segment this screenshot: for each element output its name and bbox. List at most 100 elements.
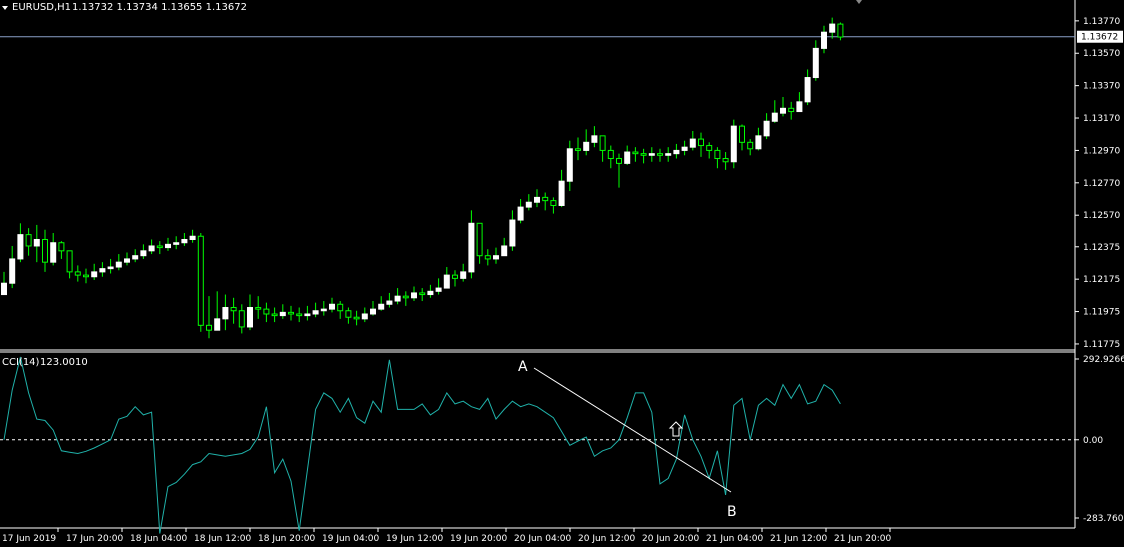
candle-body [796, 101, 803, 113]
candle-body [74, 271, 81, 276]
candle-body [517, 206, 524, 221]
candle-body [583, 141, 590, 151]
time-tick-label: 18 Jun 20:00 [258, 534, 315, 544]
candle-body [657, 153, 663, 156]
price-tick-label: 1.12770 [1083, 179, 1120, 189]
candle-body [493, 255, 499, 260]
candle-body [534, 196, 540, 203]
current-price-label: 1.13672 [1081, 33, 1118, 43]
time-tick-label: 21 Jun 12:00 [770, 534, 827, 544]
candle-body [632, 151, 639, 155]
candle-body [124, 258, 130, 263]
candle-body [788, 107, 795, 113]
candle-body [435, 287, 442, 292]
cci-tick-label: -283.7602 [1083, 514, 1124, 524]
candle-body [804, 77, 811, 103]
candle-body [140, 250, 147, 257]
candle-body [370, 308, 376, 315]
candle-body [271, 313, 278, 317]
candle-body [132, 255, 139, 260]
candle-body [255, 307, 262, 310]
candle-body [337, 303, 344, 312]
cci-tick-label: 292.9266 [1083, 355, 1124, 365]
candle-body [378, 303, 385, 310]
candle-body [443, 274, 450, 289]
candle-body [288, 311, 294, 315]
point-a-label: A [518, 359, 528, 375]
candle-body [320, 308, 327, 312]
candle-body [165, 243, 171, 249]
price-tick-label: 1.12175 [1083, 275, 1120, 285]
candle-body [509, 219, 516, 247]
candle-body [156, 245, 163, 249]
candle-body [238, 310, 245, 328]
candle-body [386, 300, 393, 305]
candle-body [263, 308, 270, 315]
candle-body [566, 148, 573, 182]
candle-body [83, 274, 89, 278]
candle[interactable] [197, 233, 204, 332]
time-tick-label: 18 Jun 04:00 [130, 534, 187, 544]
candle-body [99, 268, 106, 273]
candle-body [1, 282, 7, 296]
time-tick-label: 18 Jun 12:00 [194, 534, 251, 544]
price-tick-label: 1.12970 [1083, 146, 1120, 156]
candle-body [484, 255, 491, 260]
candle-body [730, 125, 737, 163]
candle-body [304, 313, 311, 317]
candle-body [607, 149, 614, 160]
candle-body [91, 271, 98, 278]
candle[interactable] [730, 119, 737, 169]
candle-body [345, 310, 352, 318]
candle-body [542, 196, 549, 202]
price-tick-label: 1.13370 [1083, 82, 1120, 92]
candle-body [247, 307, 253, 328]
candle-body [673, 149, 680, 155]
price-tick-label: 1.13170 [1083, 114, 1120, 124]
time-tick-label: 21 Jun 20:00 [834, 534, 891, 544]
cci-name-label: CCI(14) [2, 357, 40, 368]
candle-body [173, 242, 180, 245]
candle-body [107, 266, 114, 270]
candle-body [230, 307, 237, 312]
candle-body [25, 234, 32, 247]
candle-body [148, 245, 155, 252]
time-tick-label: 17 Jun 2019 [2, 534, 56, 544]
candle-body [476, 222, 483, 257]
candle-body [689, 138, 696, 148]
candle-body [115, 261, 122, 268]
candle-body [419, 292, 426, 296]
time-tick-label: 19 Jun 20:00 [450, 534, 507, 544]
candle-body [698, 138, 704, 147]
candle-body [812, 47, 819, 79]
candle-body [411, 292, 417, 299]
candle-body [739, 125, 745, 143]
candle-body [402, 295, 409, 299]
time-tick-label: 20 Jun 20:00 [642, 534, 699, 544]
candle-body [837, 23, 844, 38]
candle-body [460, 271, 467, 279]
time-tick-label: 19 Jun 12:00 [386, 534, 443, 544]
candle-body [353, 316, 360, 320]
candle-body [452, 274, 458, 279]
candle-body [747, 141, 754, 150]
time-tick-label: 17 Jun 20:00 [66, 534, 123, 544]
candle-body [591, 135, 598, 143]
candle-body [222, 307, 229, 320]
candle-body [616, 158, 622, 164]
candle-body [427, 290, 434, 296]
candle-body [681, 146, 688, 151]
candle-body [329, 303, 335, 310]
candle-body [312, 310, 319, 315]
candle-body [58, 242, 65, 252]
ohlc-values-label: 1.13732 1.13734 1.13655 1.13672 [72, 2, 247, 13]
symbol-timeframe-label: EURUSD,H1 [12, 2, 71, 13]
candle-body [558, 180, 565, 206]
candle-body [279, 311, 286, 317]
candle-body [763, 120, 770, 137]
candle-body [197, 235, 204, 326]
cci-tick-label: 0.00 [1083, 436, 1103, 446]
time-tick-label: 19 Jun 04:00 [322, 534, 379, 544]
candle-body [722, 158, 729, 163]
candle-body [9, 258, 16, 284]
